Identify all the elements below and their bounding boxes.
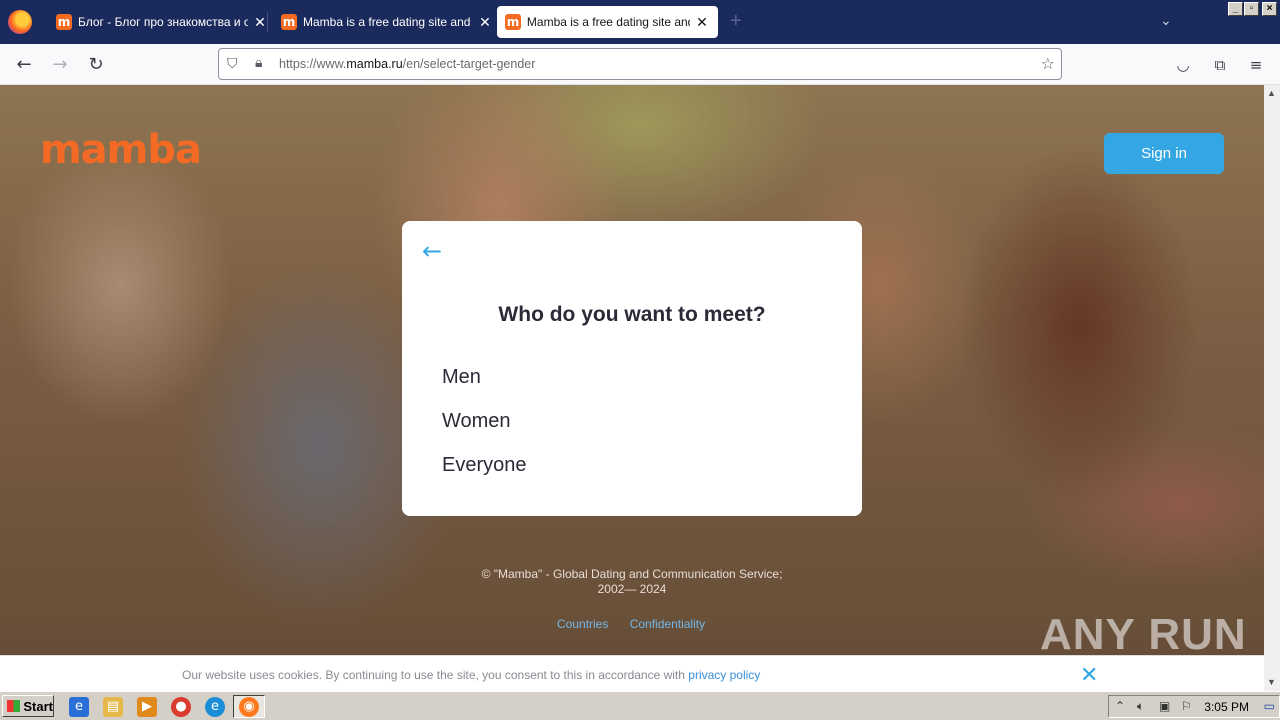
reload-icon[interactable]: ↻	[84, 53, 108, 77]
windows-flag-icon	[7, 700, 21, 712]
card-title: Who do you want to meet?	[498, 303, 766, 326]
tab-title: Блог - Блог про знакомства и отношения	[78, 15, 248, 29]
browser-nav-bar: ← → ↻ ⛉ 🔒︎ https://www.mamba.ru/en/selec…	[0, 44, 1280, 85]
address-bar[interactable]: ⛉ 🔒︎ https://www.mamba.ru/en/select-targ…	[218, 48, 1062, 80]
start-button[interactable]: Start	[2, 695, 54, 717]
clock[interactable]: 3:05 PM	[1204, 700, 1249, 714]
tab-title: Mamba is a free dating site and a chat	[526, 15, 690, 29]
tab-mamba-1[interactable]: m Mamba is a free dating site and a chat…	[273, 6, 501, 38]
chrome-icon[interactable]: ●	[171, 697, 191, 717]
firefox-logo-icon[interactable]	[8, 10, 32, 34]
privacy-policy-link[interactable]: privacy policy	[688, 668, 760, 682]
explorer-icon[interactable]: ▤	[103, 697, 123, 717]
lock-icon[interactable]: 🔒︎	[255, 55, 271, 71]
tab-close-icon[interactable]: ✕	[252, 14, 268, 31]
page-background: mamba Sign in ← Who do you want to meet?…	[0, 85, 1264, 691]
option-men[interactable]: Men	[442, 366, 481, 389]
tab-title: Mamba is a free dating site and a chat	[303, 15, 473, 29]
new-tab-button[interactable]: +	[730, 10, 742, 33]
restore-window-button[interactable]: ▫	[1244, 2, 1259, 16]
media-player-icon[interactable]: ▶	[137, 697, 157, 717]
target-gender-card: ← Who do you want to meet? Men Women Eve…	[402, 221, 862, 516]
shield-icon[interactable]: ⛉	[227, 56, 243, 72]
edge-icon[interactable]: e	[205, 697, 225, 717]
page-scrollbar[interactable]: ▲ ▼	[1264, 85, 1280, 691]
scroll-up-icon[interactable]: ▲	[1267, 88, 1276, 98]
tab-blog[interactable]: m Блог - Блог про знакомства и отношения…	[48, 6, 276, 38]
countries-link[interactable]: Countries	[557, 617, 608, 631]
option-everyone[interactable]: Everyone	[442, 454, 527, 477]
mamba-favicon-icon: m	[505, 14, 521, 30]
anyrun-watermark: ANY RUN	[1040, 610, 1247, 659]
mamba-favicon-icon: m	[56, 14, 72, 30]
confidentiality-link[interactable]: Confidentiality	[630, 617, 705, 631]
tab-mamba-active[interactable]: m Mamba is a free dating site and a chat…	[497, 6, 718, 38]
star-icon[interactable]: ☆	[1041, 54, 1055, 73]
pocket-icon[interactable]: ◡	[1172, 54, 1194, 76]
cookie-banner: Our website uses cookies. By continuing …	[0, 655, 1264, 691]
extensions-icon[interactable]: ⧉	[1209, 54, 1231, 76]
tab-close-icon[interactable]: ✕	[477, 14, 493, 31]
sign-in-button[interactable]: Sign in	[1104, 133, 1224, 174]
show-desktop-icon[interactable]: ▭	[1264, 699, 1275, 713]
footer-links: Countries Confidentiality	[557, 617, 723, 631]
tab-divider	[267, 12, 268, 32]
action-center-flag-icon[interactable]: ⚐	[1181, 699, 1192, 713]
back-arrow-icon[interactable]: ←	[12, 53, 36, 77]
ie-icon[interactable]: e	[69, 697, 89, 717]
firefox-icon: ◉	[239, 697, 259, 717]
cookie-close-icon[interactable]: ✕	[1080, 663, 1098, 688]
tab-close-icon[interactable]: ✕	[694, 14, 710, 31]
windows-taskbar: Start e ▤ ▶ ● e ◉ ⌃ 🔈︎ ▣ ⚐ 3:05 PM ▭	[0, 691, 1280, 720]
hamburger-menu-icon[interactable]: ≡	[1245, 54, 1267, 76]
option-women[interactable]: Women	[442, 410, 511, 433]
taskbar-firefox-active[interactable]: ◉	[233, 695, 265, 718]
cookie-text: Our website uses cookies. By continuing …	[182, 668, 761, 682]
list-all-tabs-icon[interactable]: ⌄	[1160, 12, 1172, 29]
back-arrow-icon[interactable]: ←	[422, 239, 446, 263]
url-text[interactable]: https://www.mamba.ru/en/select-target-ge…	[279, 57, 535, 71]
scroll-down-icon[interactable]: ▼	[1267, 677, 1276, 687]
browser-tab-strip: m Блог - Блог про знакомства и отношения…	[0, 0, 1280, 44]
mamba-logo[interactable]: mamba	[40, 127, 202, 173]
close-window-button[interactable]: ×	[1262, 2, 1277, 16]
mamba-favicon-icon: m	[281, 14, 297, 30]
tray-expand-icon[interactable]: ⌃	[1115, 699, 1125, 713]
forward-arrow-icon[interactable]: →	[48, 53, 72, 77]
volume-icon[interactable]: 🔈︎	[1137, 699, 1144, 714]
copyright-text: © "Mamba" - Global Dating and Communicat…	[481, 567, 783, 596]
minimize-window-button[interactable]: _	[1228, 2, 1243, 16]
network-icon[interactable]: ▣	[1159, 699, 1170, 713]
system-tray: ⌃ 🔈︎ ▣ ⚐ 3:05 PM ▭	[1108, 695, 1280, 718]
